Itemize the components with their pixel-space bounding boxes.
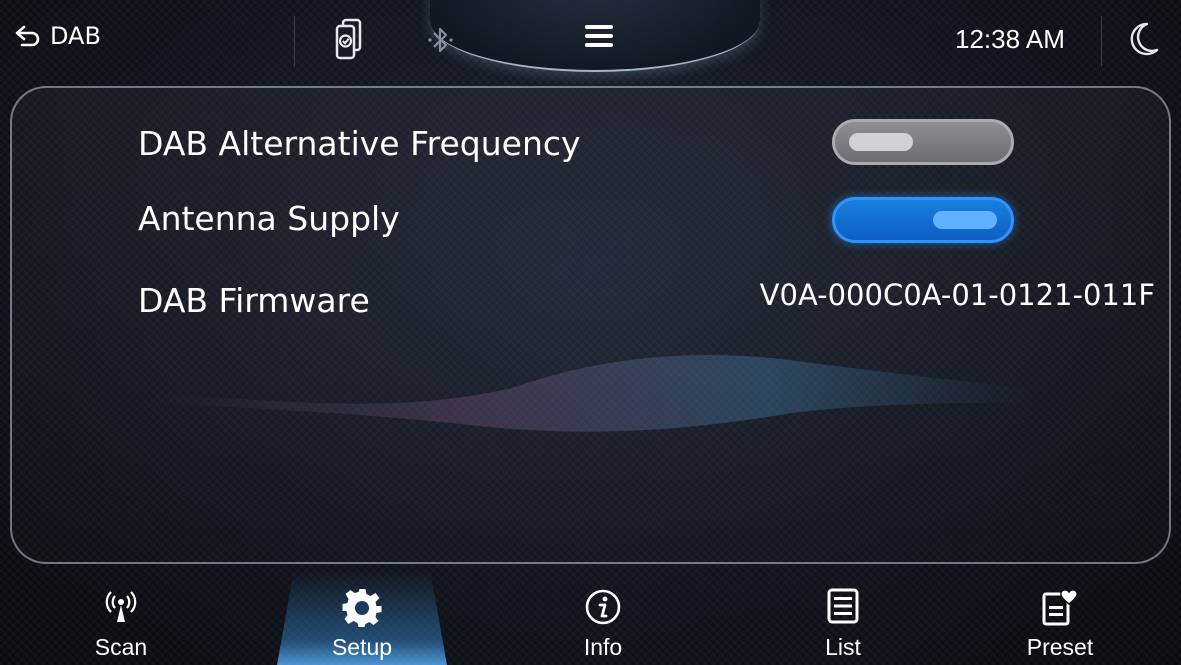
divider: [1101, 16, 1102, 66]
tab-scan[interactable]: Scan: [36, 570, 206, 665]
tab-label: Scan: [94, 634, 148, 660]
menu-icon[interactable]: [583, 22, 615, 50]
back-arrow-icon: [15, 25, 40, 47]
wave-decoration: [152, 355, 1032, 432]
settings-panel: DAB Alternative Frequency Antenna Supply…: [10, 86, 1171, 564]
alt-frequency-toggle[interactable]: [832, 119, 1014, 165]
tab-list[interactable]: List: [758, 570, 928, 665]
night-mode-icon[interactable]: [1125, 20, 1161, 60]
info-icon: [585, 589, 621, 625]
tab-label: Info: [583, 634, 623, 660]
tab-setup[interactable]: Setup: [277, 570, 447, 665]
tab-label: List: [825, 634, 861, 660]
phone-sync-icon[interactable]: [334, 18, 364, 60]
alt-frequency-label: DAB Alternative Frequency: [138, 124, 581, 163]
tab-label: Setup: [331, 634, 393, 660]
firmware-label: DAB Firmware: [138, 281, 370, 320]
tab-preset[interactable]: Preset: [975, 570, 1145, 665]
tab-label: Preset: [1026, 634, 1094, 660]
toggle-knob: [933, 211, 997, 229]
back-label: DAB: [50, 22, 101, 50]
antenna-supply-toggle[interactable]: [832, 197, 1014, 243]
bluetooth-icon[interactable]: [426, 24, 456, 56]
bottom-nav: Scan Setup Info List Preset: [0, 570, 1181, 665]
divider: [294, 16, 295, 66]
firmware-value: V0A-000C0A-01-0121-011F: [759, 278, 1155, 312]
toggle-knob: [849, 133, 913, 151]
antenna-icon: [105, 591, 137, 622]
gear-icon: [342, 589, 382, 627]
tab-info[interactable]: Info: [518, 570, 688, 665]
antenna-supply-label: Antenna Supply: [138, 199, 400, 238]
back-button[interactable]: DAB: [14, 22, 101, 50]
top-bar: DAB 12:38 AM: [0, 0, 1181, 78]
preset-heart-icon: [1042, 589, 1078, 626]
clock: 12:38 AM: [955, 24, 1065, 54]
list-icon: [827, 588, 859, 624]
